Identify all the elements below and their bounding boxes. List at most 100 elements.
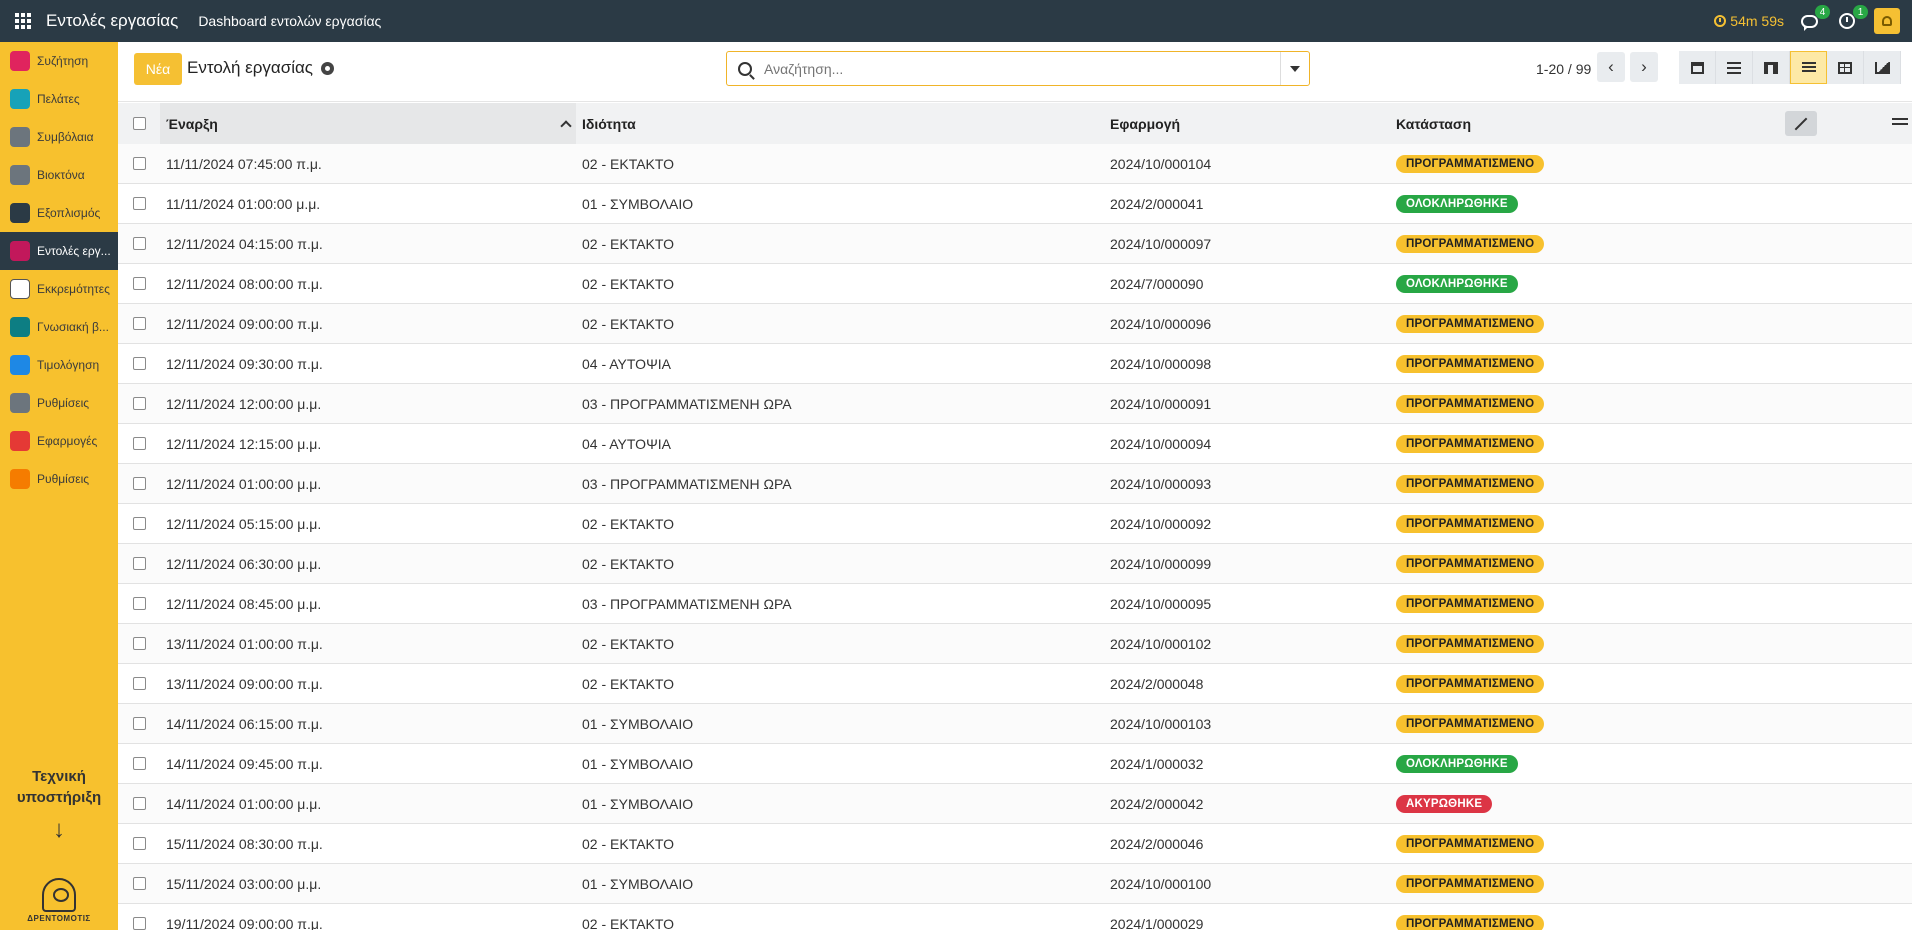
table-row[interactable]: 13/11/2024 01:00:00 π.μ. 02 - ΕΚΤΑΚΤΟ 2024… <box>118 624 1912 664</box>
column-header-start[interactable]: Έναρξη <box>160 103 576 144</box>
table-row[interactable]: 12/11/2024 09:30:00 π.μ. 04 - ΑΥΤΟΨΙΑ 2024… <box>118 344 1912 384</box>
graph-view-button[interactable] <box>1864 51 1901 84</box>
row-checkbox[interactable] <box>132 797 146 810</box>
column-header-application[interactable]: Εφαρμογή <box>1104 116 1390 132</box>
table-row[interactable]: 12/11/2024 05:15:00 μ.μ. 02 - ΕΚΤΑΚΤΟ 2024… <box>118 504 1912 544</box>
table-row[interactable]: 15/11/2024 03:00:00 μ.μ. 01 - ΣΥΜΒΟΛΑΙΟ 20… <box>118 864 1912 904</box>
table-row[interactable]: 12/11/2024 06:30:00 μ.μ. 02 - ΕΚΤΑΚΤΟ 2024… <box>118 544 1912 584</box>
row-checkbox[interactable] <box>132 317 146 330</box>
row-checkbox[interactable] <box>132 517 146 530</box>
row-checkbox[interactable] <box>132 597 146 610</box>
table-row[interactable]: 19/11/2024 09:00:00 π.μ. 02 - ΕΚΤΑΚΤΟ 2024… <box>118 904 1912 930</box>
cell-priority: 03 - ΠΡΟΓΡΑΜΜΑΤΙΣΜΕΝΗ ΩΡΑ <box>582 395 792 412</box>
row-checkbox[interactable] <box>132 477 146 490</box>
row-checkbox[interactable] <box>132 637 146 650</box>
select-all-checkbox[interactable] <box>132 117 146 130</box>
table-row[interactable]: 12/11/2024 08:00:00 π.μ. 02 - ΕΚΤΑΚΤΟ 2024… <box>118 264 1912 304</box>
sidebar-item[interactable]: Εκκρεμότητες <box>0 270 118 308</box>
activities-button[interactable]: 1 <box>1836 5 1868 32</box>
table-row[interactable]: 12/11/2024 12:15:00 μ.μ. 04 - ΑΥΤΟΨΙΑ 2024… <box>118 424 1912 464</box>
row-checkbox[interactable] <box>132 677 146 690</box>
pager-next-button[interactable]: › <box>1630 52 1658 82</box>
top-navbar: Εντολές εργασίας Dashboard εντολών εργασ… <box>0 0 1912 42</box>
table-row[interactable]: 12/11/2024 08:45:00 μ.μ. 03 - ΠΡΟΓΡΑΜΜΑΤΙ… <box>118 584 1912 624</box>
chat-icon <box>1800 14 1818 31</box>
table-row[interactable]: 11/11/2024 01:00:00 μ.μ. 01 - ΣΥΜΒΟΛΑΙΟ 20… <box>118 184 1912 224</box>
sidebar-item[interactable]: Πελάτες <box>0 80 118 118</box>
sidebar-item[interactable]: Συμβόλαια <box>0 118 118 156</box>
new-button[interactable]: Νέα <box>134 53 182 85</box>
table-row[interactable]: 12/11/2024 01:00:00 μ.μ. 03 - ΠΡΟΓΡΑΜΜΑΤΙ… <box>118 464 1912 504</box>
cell-priority: 01 - ΣΥΜΒΟΛΑΙΟ <box>582 875 694 892</box>
kanban-view-button[interactable] <box>1753 51 1790 84</box>
clock-icon <box>1839 13 1855 29</box>
row-checkbox[interactable] <box>132 757 146 770</box>
row-checkbox[interactable] <box>132 157 146 170</box>
expand-button[interactable] <box>1785 111 1817 136</box>
row-checkbox[interactable] <box>132 717 146 730</box>
app-title[interactable]: Εντολές εργασίας <box>46 11 178 31</box>
table-row[interactable]: 11/11/2024 07:45:00 π.μ. 02 - ΕΚΤΑΚΤΟ 2024… <box>118 144 1912 184</box>
row-checkbox[interactable] <box>132 197 146 210</box>
table-row[interactable]: 12/11/2024 04:15:00 π.μ. 02 - ΕΚΤΑΚΤΟ 2024… <box>118 224 1912 264</box>
gear-icon[interactable] <box>321 61 334 75</box>
table-row[interactable]: 15/11/2024 08:30:00 π.μ. 02 - ΕΚΤΑΚΤΟ 2024… <box>118 824 1912 864</box>
table-row[interactable]: 14/11/2024 06:15:00 π.μ. 01 - ΣΥΜΒΟΛΑΙΟ 20… <box>118 704 1912 744</box>
cell-status: ΠΡΟΓΡΑΜΜΑΤΙΣΜΕΝΟ <box>1390 874 1790 893</box>
sidebar-item[interactable]: Γνωσιακή β... <box>0 308 118 346</box>
status-badge: ΠΡΟΓΡΑΜΜΑΤΙΣΜΕΝΟ <box>1396 875 1545 893</box>
row-select-cell <box>118 157 160 170</box>
menu-dashboard[interactable]: Dashboard εντολών εργασίας <box>198 13 381 29</box>
pivot-view-button[interactable] <box>1827 51 1864 84</box>
status-badge: ΠΡΟΓΡΑΜΜΑΤΙΣΜΕΝΟ <box>1396 435 1545 453</box>
cell-application: 2024/10/000091 <box>1110 395 1212 412</box>
sidebar-item[interactable]: Ρυθμίσεις <box>0 384 118 422</box>
table-row[interactable]: 12/11/2024 12:00:00 μ.μ. 03 - ΠΡΟΓΡΑΜΜΑΤΙ… <box>118 384 1912 424</box>
table-row[interactable]: 14/11/2024 09:45:00 π.μ. 01 - ΣΥΜΒΟΛΑΙΟ 20… <box>118 744 1912 784</box>
row-checkbox[interactable] <box>132 837 146 850</box>
app-menu-icon[interactable] <box>0 0 46 42</box>
cell-start: 12/11/2024 09:30:00 π.μ. <box>166 355 323 372</box>
sidebar-item[interactable]: Βιοκτόνα <box>0 156 118 194</box>
row-checkbox[interactable] <box>132 917 146 930</box>
row-checkbox[interactable] <box>132 437 146 450</box>
timer[interactable]: 54m 59s <box>1714 13 1784 29</box>
sidebar-item[interactable]: Τιμολόγηση <box>0 346 118 384</box>
technical-support-label[interactable]: Τεχνική υποστήριξη <box>0 766 118 808</box>
search-input[interactable] <box>764 53 1280 84</box>
user-avatar[interactable] <box>1874 8 1900 34</box>
sidebar-item[interactable]: Εντολές εργ... <box>0 232 118 270</box>
column-header-status[interactable]: Κατάσταση <box>1390 116 1790 132</box>
row-checkbox[interactable] <box>132 557 146 570</box>
column-header-priority[interactable]: Ιδιότητα <box>576 116 1104 132</box>
list-view-button[interactable] <box>1790 51 1827 84</box>
row-checkbox[interactable] <box>132 237 146 250</box>
messages-button[interactable]: 4 <box>1798 5 1830 32</box>
search-options-toggle[interactable] <box>1280 52 1309 85</box>
row-checkbox[interactable] <box>132 277 146 290</box>
calendar-view-button[interactable] <box>1679 51 1716 84</box>
gantt-view-button[interactable] <box>1716 51 1753 84</box>
cell-application: 2024/10/000103 <box>1110 715 1212 732</box>
pager-previous-button[interactable]: ‹ <box>1597 52 1625 82</box>
sidebar-item[interactable]: Εφαρμογές <box>0 422 118 460</box>
cell-start: 12/11/2024 08:00:00 π.μ. <box>166 275 323 292</box>
sidebar-item[interactable]: Συζήτηση <box>0 42 118 80</box>
status-badge: ΑΚΥΡΩΘΗΚΕ <box>1396 795 1493 813</box>
row-checkbox[interactable] <box>132 357 146 370</box>
sidebar-item[interactable]: Ρυθμίσεις <box>0 460 118 498</box>
cell-status: ΠΡΟΓΡΑΜΜΑΤΙΣΜΕΝΟ <box>1390 394 1790 413</box>
table-row[interactable]: 12/11/2024 09:00:00 π.μ. 02 - ΕΚΤΑΚΤΟ 2024… <box>118 304 1912 344</box>
cell-start: 12/11/2024 04:15:00 π.μ. <box>166 235 323 252</box>
row-checkbox[interactable] <box>132 397 146 410</box>
optional-columns-toggle[interactable] <box>1892 115 1908 131</box>
row-checkbox[interactable] <box>132 877 146 890</box>
sidebar-item[interactable]: Εξοπλισμός <box>0 194 118 232</box>
company-logo: ΔΡΕΝΤΟΜΟΤΙΣ <box>0 878 118 923</box>
cell-status: ΟΛΟΚΛΗΡΩΘΗΚΕ <box>1390 194 1790 213</box>
pager-value[interactable]: 1-20 / 99 <box>1536 61 1591 77</box>
table-row[interactable]: 13/11/2024 09:00:00 π.μ. 02 - ΕΚΤΑΚΤΟ 2024… <box>118 664 1912 704</box>
row-select-cell <box>118 677 160 690</box>
column-header-start-label: Έναρξη <box>166 115 218 132</box>
table-row[interactable]: 14/11/2024 01:00:00 μ.μ. 01 - ΣΥΜΒΟΛΑΙΟ 20… <box>118 784 1912 824</box>
